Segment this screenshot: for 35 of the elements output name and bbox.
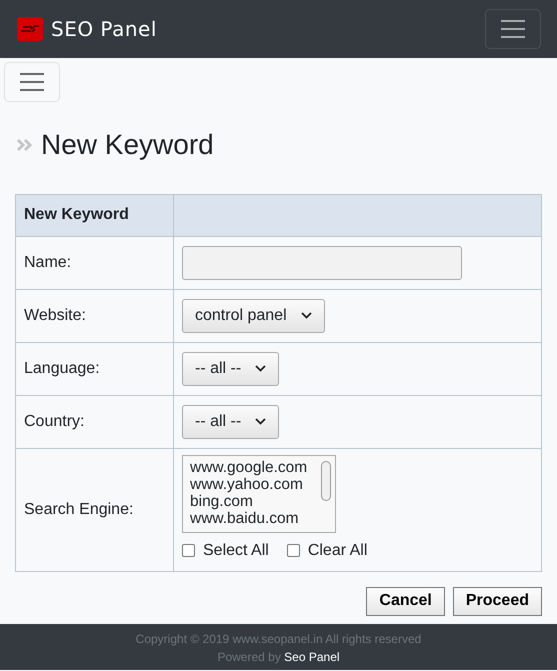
list-box[interactable]: www.google.com www.yahoo.com bing.com www.baidu.com xyxy=(182,454,336,533)
checkbox[interactable] xyxy=(182,544,195,558)
list-option[interactable]: www.google.com xyxy=(190,458,321,476)
menu-toggle-button[interactable] xyxy=(485,9,541,49)
list-option[interactable]: www.yahoo.com xyxy=(190,476,321,493)
menu-icon xyxy=(20,73,44,91)
field-label: Country: xyxy=(16,395,174,448)
powered-by-text: Powered by xyxy=(217,650,282,664)
checkbox-label[interactable]: Clear All xyxy=(308,538,368,563)
list-option[interactable]: www.baidu.com xyxy=(190,510,321,527)
field-label: Name: xyxy=(16,236,174,290)
list-option[interactable]: bing.com xyxy=(190,492,321,510)
copyright-text: Copyright © 2019 www.seopanel.in All rights reserved xyxy=(136,632,422,646)
page-title: New Keyword xyxy=(41,128,214,162)
footer-link[interactable]: Seo Panel xyxy=(284,650,340,664)
table-header-cell: New Keyword xyxy=(16,194,174,236)
checkbox-label[interactable]: Select All xyxy=(203,538,269,563)
field-label: Website: xyxy=(16,289,174,342)
action-button[interactable]: Cancel xyxy=(366,586,445,616)
action-button[interactable]: Proceed xyxy=(452,586,542,616)
field-label: Search Engine: xyxy=(16,448,174,572)
scrollbar-thumb[interactable] xyxy=(321,460,331,501)
logo-icon xyxy=(17,17,43,41)
chevron-down-icon xyxy=(255,418,266,426)
brand-name[interactable]: SEO Panel xyxy=(51,14,157,44)
dropdown[interactable]: control panel xyxy=(182,298,325,333)
dropdown[interactable]: -- all -- xyxy=(182,404,280,439)
chevron-down-icon xyxy=(300,312,312,320)
menu-icon xyxy=(501,20,525,38)
dropdown[interactable]: -- all -- xyxy=(182,352,280,386)
checkbox[interactable] xyxy=(286,544,300,558)
field-label: Language: xyxy=(16,342,174,396)
text-field[interactable] xyxy=(182,246,462,280)
double-chevron-icon xyxy=(16,138,33,152)
chevron-down-icon xyxy=(255,365,266,372)
